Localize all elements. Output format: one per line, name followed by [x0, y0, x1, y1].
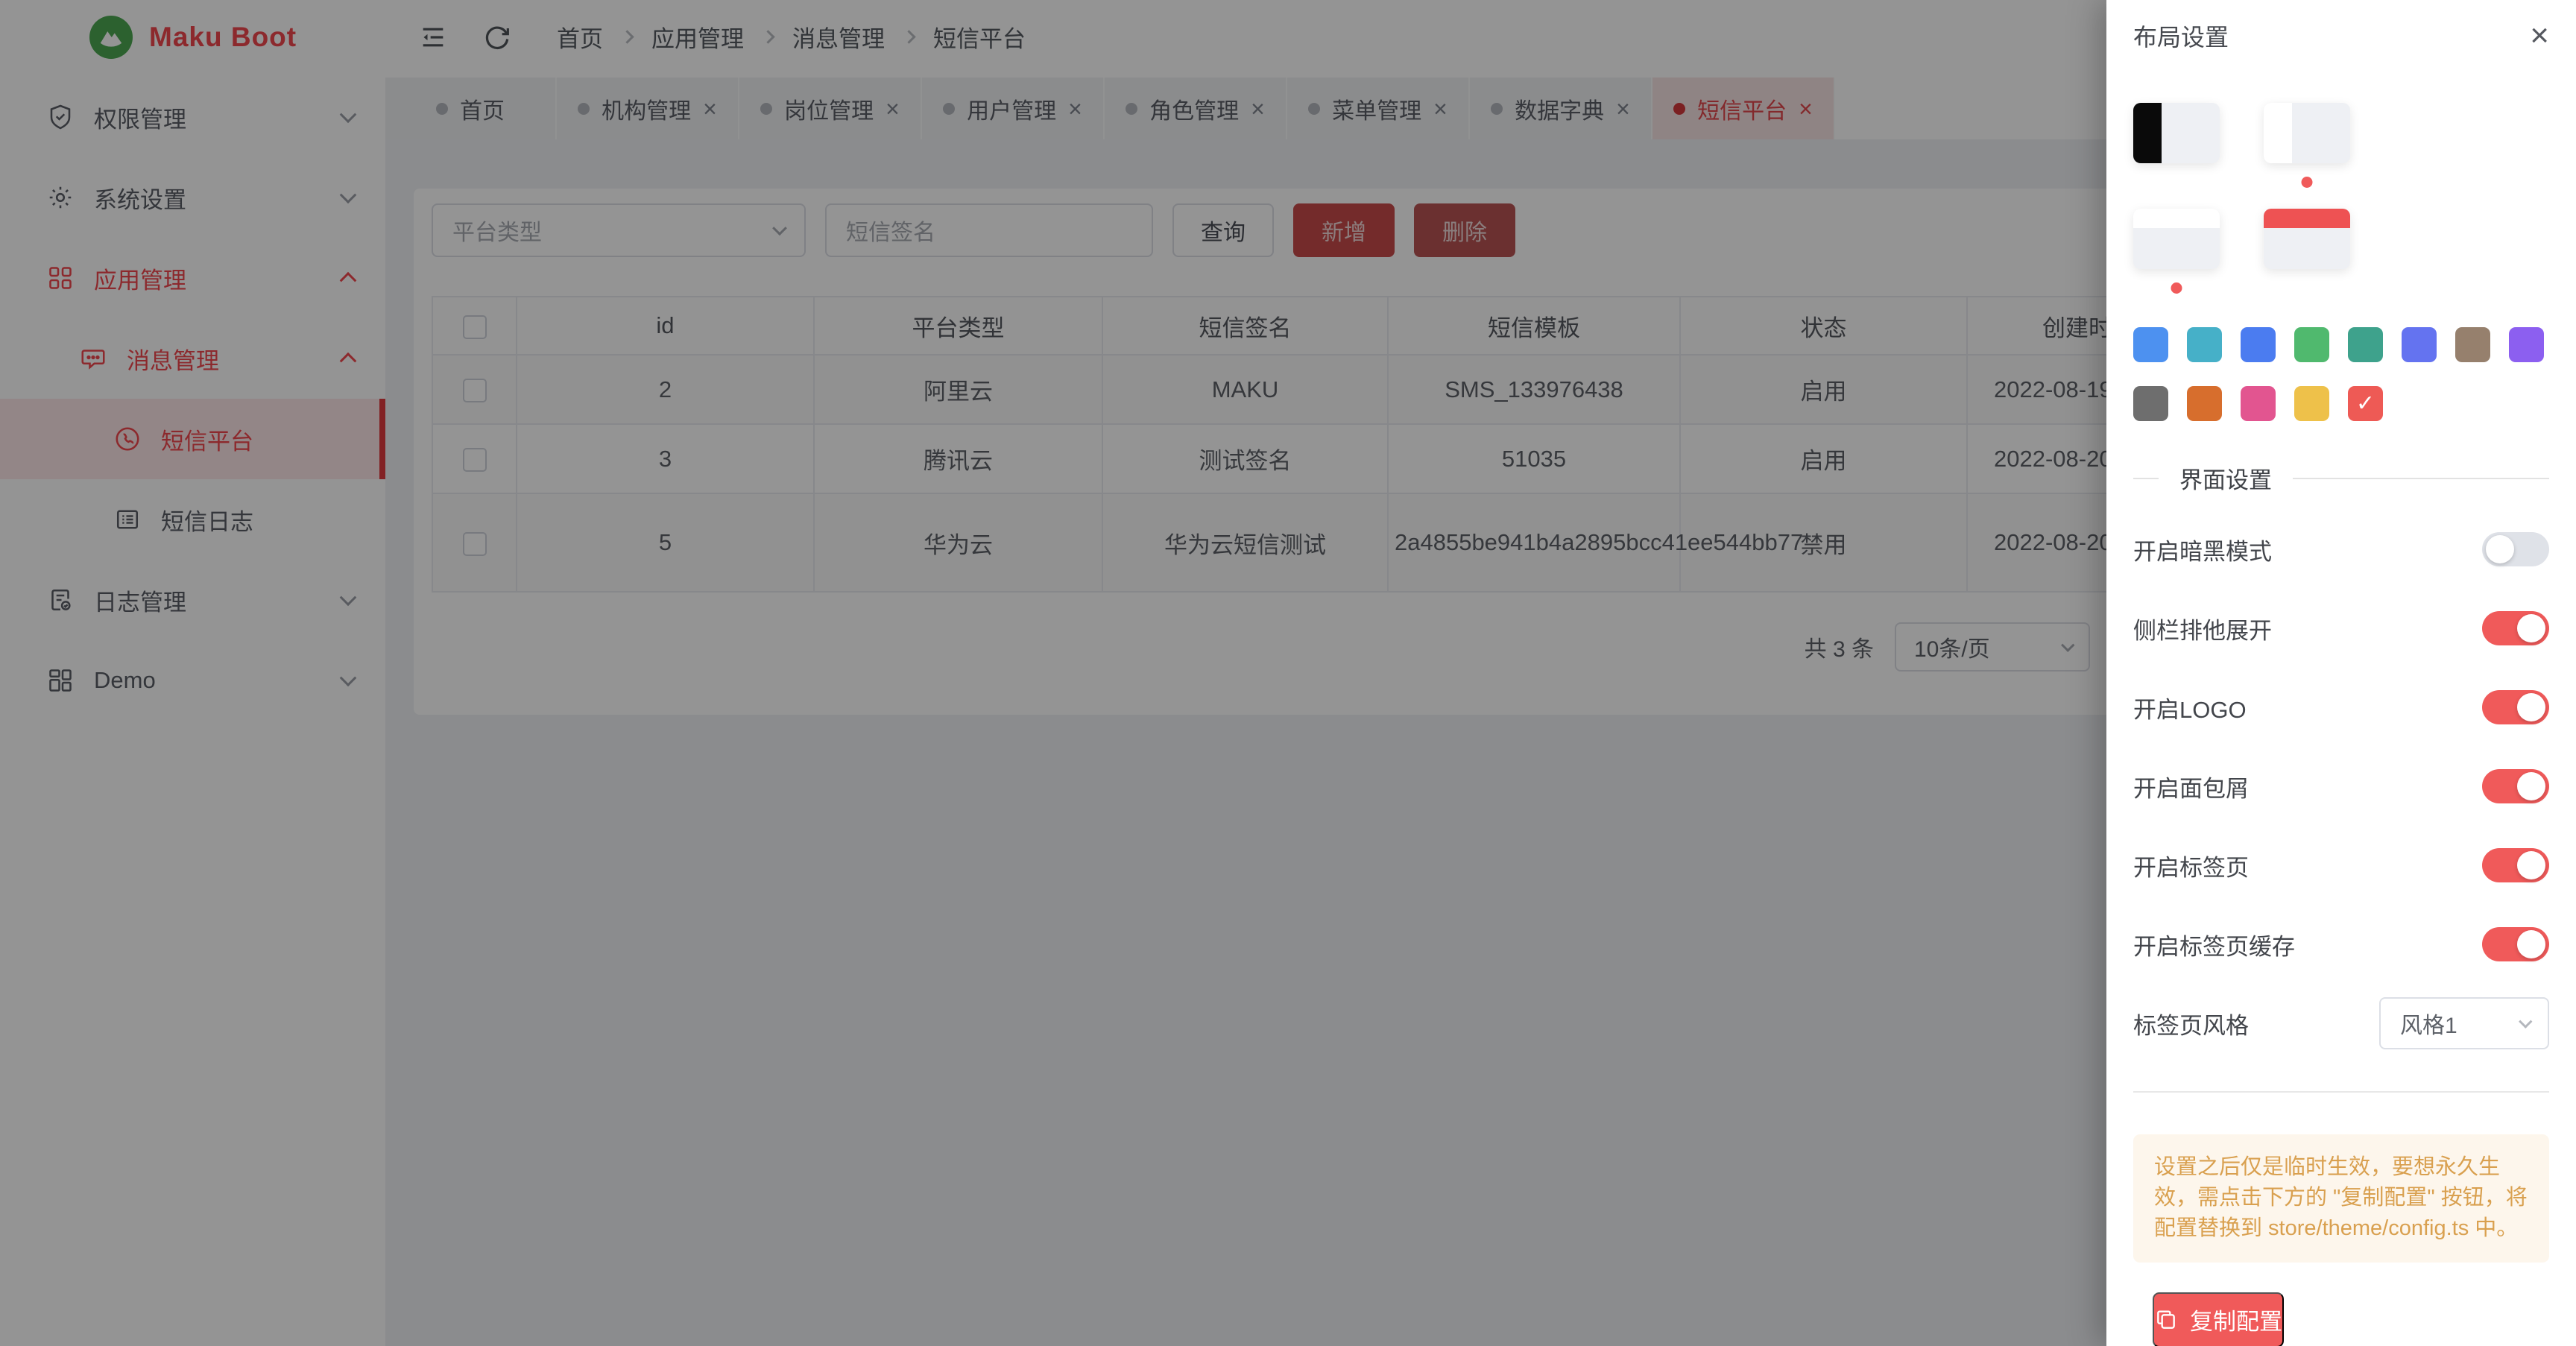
layout-option-dark-sidebar[interactable]: [2133, 103, 2220, 163]
section-title: 界面设置: [2179, 461, 2272, 495]
preview-sidebar-dark: [2133, 103, 2162, 163]
theme-color[interactable]: [2294, 327, 2329, 362]
preview-topbar-red: [2264, 209, 2350, 228]
layout-settings-drawer: 布局设置 ×: [2106, 0, 2576, 1346]
app-root: Maku Boot 权限管理 系统设置 应用管理: [0, 0, 2576, 1346]
setting-dark-mode: 开启暗黑模式: [2133, 510, 2549, 589]
modal-overlay[interactable]: [0, 0, 2106, 1346]
setting-tabs: 开启标签页: [2133, 826, 2549, 905]
drawer-title: 布局设置: [2133, 19, 2229, 53]
selected-dot-icon: [2302, 177, 2313, 188]
theme-color[interactable]: [2509, 327, 2544, 362]
setting-logo: 开启LOGO: [2133, 668, 2549, 747]
setting-label: 开启标签页: [2133, 849, 2249, 882]
theme-color-selected[interactable]: ✓: [2348, 386, 2383, 421]
preview-topbar-light: [2133, 209, 2220, 228]
copy-config-button[interactable]: 复制配置: [2153, 1292, 2284, 1346]
logo-toggle[interactable]: [2482, 690, 2549, 724]
tabs-toggle[interactable]: [2482, 848, 2549, 882]
theme-color[interactable]: [2455, 327, 2490, 362]
interface-section-divider: 界面设置: [2133, 461, 2549, 495]
chevron-down-icon: [2519, 1014, 2532, 1028]
layout-option-top-red[interactable]: [2264, 209, 2350, 269]
setting-tabs-cache: 开启标签页缓存: [2133, 905, 2549, 984]
copy-icon: [2154, 1308, 2178, 1332]
layout-preview-grid: [2133, 103, 2549, 269]
theme-color[interactable]: [2294, 386, 2329, 421]
theme-color[interactable]: [2187, 327, 2222, 362]
drawer-divider: [2133, 1091, 2549, 1093]
tab-style-value: 风格1: [2400, 1007, 2457, 1040]
close-icon[interactable]: ×: [2530, 19, 2549, 52]
tabs-cache-toggle[interactable]: [2482, 927, 2549, 961]
settings-warning-alert: 设置之后仅是临时生效，要想永久生效，需点击下方的 "复制配置" 按钮，将配置替换…: [2133, 1134, 2549, 1263]
setting-label: 标签页风格: [2133, 1007, 2249, 1040]
drawer-header: 布局设置 ×: [2133, 0, 2549, 72]
theme-color[interactable]: [2241, 386, 2276, 421]
breadcrumb-toggle[interactable]: [2482, 769, 2549, 803]
sidebar-accordion-toggle[interactable]: [2482, 611, 2549, 645]
theme-color[interactable]: [2402, 327, 2437, 362]
interface-settings: 开启暗黑模式 侧栏排他展开 开启LOGO 开启面包屑 开启标签页 开启标签页缓存: [2133, 510, 2549, 1063]
setting-breadcrumb: 开启面包屑: [2133, 747, 2549, 826]
check-icon: ✓: [2356, 391, 2375, 417]
copy-config-label: 复制配置: [2190, 1303, 2282, 1336]
preview-sidebar-light: [2264, 103, 2292, 163]
layout-option-light-sidebar[interactable]: [2264, 103, 2350, 163]
setting-label: 开启面包屑: [2133, 770, 2249, 803]
theme-color[interactable]: [2133, 386, 2168, 421]
theme-color-swatches: ✓: [2133, 327, 2549, 421]
layout-option-top-light[interactable]: [2133, 209, 2220, 269]
setting-label: 开启暗黑模式: [2133, 533, 2272, 566]
selected-dot-icon: [2171, 282, 2182, 294]
setting-label: 开启标签页缓存: [2133, 928, 2295, 961]
setting-label: 侧栏排他展开: [2133, 612, 2272, 645]
theme-color[interactable]: [2348, 327, 2383, 362]
setting-sidebar-accordion: 侧栏排他展开: [2133, 589, 2549, 668]
dark-mode-toggle[interactable]: [2482, 532, 2549, 566]
setting-tab-style: 标签页风格 风格1: [2133, 984, 2549, 1063]
theme-color[interactable]: [2187, 386, 2222, 421]
tab-style-select[interactable]: 风格1: [2379, 997, 2549, 1049]
theme-color[interactable]: [2241, 327, 2276, 362]
theme-color[interactable]: [2133, 327, 2168, 362]
setting-label: 开启LOGO: [2133, 691, 2247, 724]
